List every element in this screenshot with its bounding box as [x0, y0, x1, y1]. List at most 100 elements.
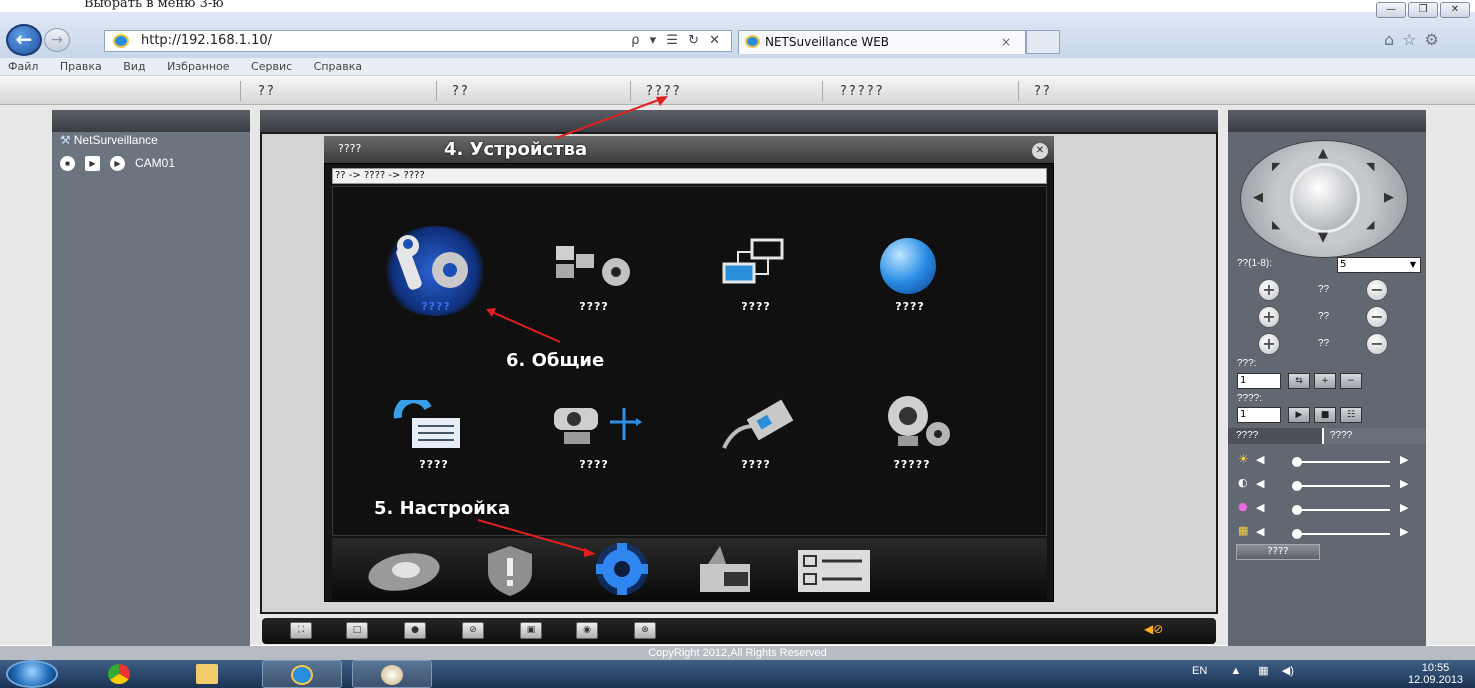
nav-item-2[interactable]: ?? — [452, 84, 470, 99]
icon-label-2[interactable]: ???? — [554, 300, 634, 313]
snapshot-button[interactable]: ▣ — [520, 622, 542, 639]
hdd-icon[interactable] — [364, 546, 444, 596]
ptz-down-icon[interactable]: ▼ — [1318, 230, 1328, 245]
hue-slider-knob[interactable] — [1292, 529, 1302, 539]
contrast-slider-knob[interactable] — [1292, 481, 1302, 491]
ptz-left-icon[interactable]: ◀ — [1253, 190, 1263, 205]
nav-item-4[interactable]: ????? — [840, 84, 885, 99]
brightness-slider-knob[interactable] — [1292, 457, 1302, 467]
slider-left-icon[interactable]: ◀ — [1256, 525, 1264, 538]
preset-goto-button[interactable]: ⇆ — [1288, 373, 1310, 389]
chrome-taskbar-button[interactable] — [88, 660, 168, 688]
ptz-up-left-icon[interactable]: ◤ — [1272, 160, 1280, 173]
slider-left-icon[interactable]: ◀ — [1256, 501, 1264, 514]
tab-advanced[interactable]: ???? — [1330, 430, 1352, 441]
icon-label-7[interactable]: ???? — [716, 458, 796, 471]
icon-label-6[interactable]: ???? — [554, 458, 634, 471]
paint-taskbar-button[interactable] — [352, 660, 432, 688]
network-tray-icon[interactable]: ▦ — [1258, 665, 1268, 677]
icon-label-4[interactable]: ???? — [870, 300, 950, 313]
config-list-icon[interactable] — [388, 400, 478, 454]
iris-plus-button[interactable]: + — [1258, 333, 1280, 355]
camera-row[interactable]: ■ ▶ ▶ CAM01 — [60, 156, 175, 172]
ptz-center-button[interactable] — [1290, 163, 1360, 233]
clock[interactable]: 10:55 12.09.2013 — [1408, 662, 1463, 686]
menu-help[interactable]: Справка — [314, 60, 362, 73]
ptz-down-left-icon[interactable]: ◣ — [1272, 218, 1280, 231]
slider-left-icon[interactable]: ◀ — [1256, 477, 1264, 490]
ie-taskbar-button[interactable] — [262, 660, 342, 688]
hue-slider-track[interactable] — [1294, 533, 1390, 535]
tab-color[interactable]: ???? — [1236, 430, 1258, 441]
maximize-button[interactable]: ❐ — [1408, 2, 1438, 18]
menu-favorites[interactable]: Избранное — [167, 60, 229, 73]
zoom-plus-button[interactable]: + — [1258, 279, 1280, 301]
saturation-slider-knob[interactable] — [1292, 505, 1302, 515]
stop-icon[interactable]: ■ — [60, 156, 75, 172]
slider-right-icon[interactable]: ▶ — [1400, 525, 1408, 538]
saturation-slider-track[interactable] — [1294, 509, 1390, 511]
slider-left-icon[interactable]: ◀ — [1256, 453, 1264, 466]
brightness-slider-track[interactable] — [1294, 461, 1390, 463]
play-icon[interactable]: ▶ — [85, 156, 100, 172]
menu-file[interactable]: Файл — [8, 60, 38, 73]
fullscreen-button[interactable]: ⛶ — [290, 622, 312, 639]
icon-label-general[interactable]: ???? — [396, 300, 476, 313]
speed-select[interactable]: 5 ▼ — [1337, 257, 1421, 273]
address-bar[interactable]: http://192.168.1.10/ ρ ▾ ☰ ↻ ✕ — [104, 30, 732, 52]
gear-icon[interactable] — [584, 540, 660, 598]
forward-button[interactable]: → — [44, 28, 70, 52]
contrast-slider-track[interactable] — [1294, 485, 1390, 487]
start-button[interactable] — [6, 660, 58, 688]
icon-label-3[interactable]: ???? — [716, 300, 796, 313]
slider-right-icon[interactable]: ▶ — [1400, 453, 1408, 466]
blocks-gear-icon[interactable] — [548, 236, 638, 292]
tools-icon[interactable] — [386, 234, 486, 296]
nav-item-5[interactable]: ?? — [1034, 84, 1052, 99]
preset-add-button[interactable]: + — [1314, 373, 1336, 389]
language-indicator[interactable]: EN — [1192, 665, 1207, 677]
network-icon[interactable] — [716, 234, 796, 290]
minimize-button[interactable]: — — [1376, 2, 1406, 18]
shield-icon[interactable] — [484, 544, 536, 598]
globe-icon[interactable] — [880, 238, 936, 294]
browser-tab[interactable]: NETSuveillance WEB × — [738, 30, 1026, 54]
ptz-right-icon[interactable]: ▶ — [1384, 190, 1394, 205]
webcam-gear-icon[interactable] — [876, 394, 966, 454]
nav-item-1[interactable]: ?? — [258, 84, 276, 99]
icon-label-8[interactable]: ????? — [872, 458, 952, 471]
back-button[interactable]: ← — [6, 24, 42, 56]
icon-label-5[interactable]: ???? — [394, 458, 474, 471]
tour-start-button[interactable]: ▶ — [1288, 407, 1310, 423]
ptz-down-right-icon[interactable]: ◢ — [1366, 218, 1374, 231]
tab-close-icon[interactable]: × — [1001, 31, 1011, 53]
camera-move-icon[interactable] — [548, 400, 648, 454]
tray-arrow-icon[interactable]: ▲ — [1230, 665, 1241, 677]
home-favorites-settings-icons[interactable]: ⌂☆⚙ — [1384, 30, 1447, 49]
iris-minus-button[interactable]: − — [1366, 333, 1388, 355]
zoom-minus-button[interactable]: − — [1366, 279, 1388, 301]
default-button[interactable]: ???? — [1236, 544, 1320, 560]
address-tools[interactable]: ρ ▾ ☰ ↻ ✕ — [631, 31, 723, 51]
menu-view[interactable]: Вид — [123, 60, 145, 73]
menu-edit[interactable]: Правка — [60, 60, 102, 73]
single-view-button[interactable]: □ — [346, 622, 368, 639]
tour-grid-button[interactable]: ☷ — [1340, 407, 1362, 423]
close-window-button[interactable]: ✕ — [1440, 2, 1470, 18]
explorer-taskbar-button[interactable] — [176, 660, 256, 688]
dialog-close-button[interactable]: ✕ — [1032, 143, 1048, 159]
talk-stop-button[interactable]: ⊗ — [634, 622, 656, 639]
ptz-up-right-icon[interactable]: ◥ — [1366, 160, 1374, 173]
preset-remove-button[interactable]: − — [1340, 373, 1362, 389]
new-tab-button[interactable] — [1026, 30, 1060, 54]
focus-plus-button[interactable]: + — [1258, 306, 1280, 328]
mute-speaker-icon[interactable]: ◀⊘ — [1144, 622, 1163, 636]
preset-input[interactable]: 1 — [1237, 373, 1281, 389]
tour-stop-button[interactable]: ■ — [1314, 407, 1336, 423]
record-icon[interactable]: ▶ — [110, 156, 125, 172]
volume-icon[interactable]: ◀) — [1282, 665, 1294, 677]
slider-right-icon[interactable]: ▶ — [1400, 501, 1408, 514]
talk-button[interactable]: ◉ — [576, 622, 598, 639]
record-start-button[interactable]: ● — [404, 622, 426, 639]
record-stop-button[interactable]: ⊘ — [462, 622, 484, 639]
